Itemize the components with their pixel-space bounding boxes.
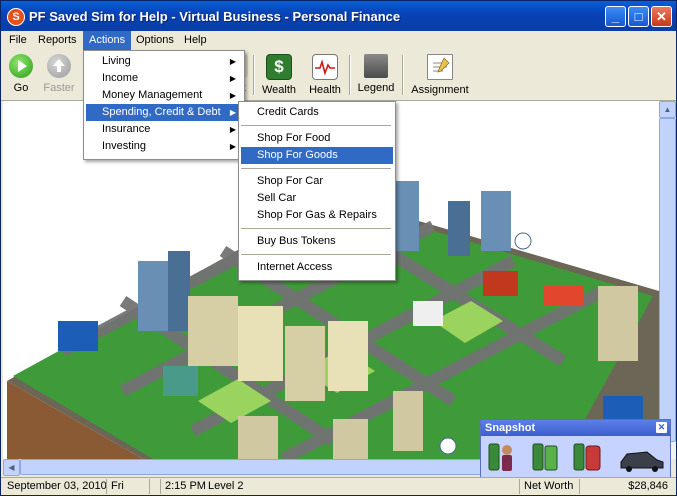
menu-item-label: Investing — [102, 140, 147, 152]
actions-menu: Living ▶ Income ▶ Money Management ▶ Spendi… — [83, 50, 245, 160]
legend-button[interactable]: Legend — [354, 52, 398, 98]
health-label: Health — [309, 84, 341, 96]
app-icon[interactable]: S — [7, 8, 25, 26]
submenu-arrow-icon: ▶ — [229, 57, 236, 66]
close-button[interactable]: ✕ — [651, 6, 672, 27]
submenu-arrow-icon: ▶ — [229, 91, 236, 100]
battery-gauge-icon — [532, 443, 558, 471]
status-date: September 03, 2010 — [7, 480, 107, 492]
status-level: Level 2 — [208, 480, 244, 492]
menu-separator — [241, 168, 391, 169]
assignment-icon — [427, 54, 453, 80]
submenu-sell-car[interactable]: Sell Car — [241, 190, 393, 207]
snapshot-icons — [488, 443, 664, 472]
play-icon — [9, 54, 33, 78]
menu-separator — [241, 254, 391, 255]
snapshot-header[interactable]: Snapshot ✕ — [481, 420, 670, 436]
menu-item-spending-credit-debt[interactable]: Spending, Credit & Debt ▶ — [86, 104, 242, 121]
submenu-shop-for-goods[interactable]: Shop For Goods — [241, 147, 393, 164]
scroll-up-icon[interactable]: ▲ — [659, 101, 676, 118]
minimize-button[interactable]: _ — [605, 6, 626, 27]
person-gauge-icon — [488, 443, 512, 471]
menu-separator — [241, 125, 391, 126]
dollar-icon: $ — [266, 54, 292, 80]
menu-bar: File Reports Actions Options Help — [1, 31, 676, 50]
vertical-scroll-thumb[interactable] — [659, 118, 676, 442]
snapshot-title: Snapshot — [485, 422, 536, 434]
submenu-arrow-icon: ▶ — [229, 74, 236, 83]
menu-item-label: Money Management — [102, 89, 203, 101]
go-button[interactable]: Go — [5, 52, 37, 98]
menu-item-living[interactable]: Living ▶ — [86, 53, 242, 70]
app-window: S PF Saved Sim for Help - Virtual Busine… — [0, 0, 677, 496]
menu-help[interactable]: Help — [178, 31, 213, 50]
close-icon: ✕ — [656, 9, 667, 24]
menu-item-investing[interactable]: Investing ▶ — [86, 138, 242, 155]
menu-item-income[interactable]: Income ▶ — [86, 70, 242, 87]
menu-file[interactable]: File — [3, 31, 33, 50]
net-worth-value: $28,846 — [579, 479, 672, 494]
menu-item-label: Income — [102, 72, 139, 84]
menu-item-label: Living — [102, 55, 131, 67]
toolbar-separator — [253, 55, 255, 95]
faster-label: Faster — [43, 82, 75, 94]
menu-options[interactable]: Options — [130, 31, 180, 50]
gas-gauge-icon — [573, 443, 601, 471]
wealth-button[interactable]: $ Wealth — [259, 52, 299, 98]
menu-actions[interactable]: Actions — [83, 31, 132, 50]
submenu-shop-for-food[interactable]: Shop For Food — [241, 130, 393, 147]
menu-item-label: Insurance — [102, 123, 151, 135]
faster-button[interactable]: Faster — [41, 52, 77, 98]
toolbar-separator — [402, 55, 404, 95]
submenu-internet-access[interactable]: Internet Access — [241, 259, 393, 276]
heartbeat-icon — [312, 54, 338, 80]
snapshot-close-icon[interactable]: ✕ — [656, 422, 667, 433]
maximize-button[interactable]: □ — [628, 6, 649, 27]
menu-item-money-management[interactable]: Money Management ▶ — [86, 87, 242, 104]
menu-item-label: Spending, Credit & Debt — [102, 106, 221, 118]
health-button[interactable]: Health — [305, 52, 345, 98]
vertical-scrollbar[interactable]: ▲ — [659, 101, 676, 459]
menu-reports[interactable]: Reports — [32, 31, 83, 50]
status-bar: September 03, 2010 Fri 2:15 PM Level 2 N… — [1, 477, 676, 495]
up-arrow-icon — [47, 54, 71, 78]
submenu-buy-bus-tokens[interactable]: Buy Bus Tokens — [241, 233, 393, 250]
snapshot-panel: Snapshot ✕ — [480, 419, 671, 479]
car-icon — [620, 451, 664, 472]
assignment-button[interactable]: Assignment — [408, 52, 472, 98]
submenu-credit-cards[interactable]: Credit Cards — [241, 104, 393, 121]
net-worth-label: Net Worth — [519, 479, 573, 494]
go-label: Go — [13, 82, 29, 94]
toolbar-separator — [349, 55, 351, 95]
submenu-shop-for-gas-repairs[interactable]: Shop For Gas & Repairs — [241, 207, 393, 224]
menu-separator — [241, 228, 391, 229]
horizontal-scroll-thumb[interactable] — [20, 459, 482, 475]
submenu-arrow-icon: ▶ — [229, 108, 236, 117]
submenu-shop-for-car[interactable]: Shop For Car — [241, 173, 393, 190]
wealth-label: Wealth — [261, 84, 297, 96]
spending-submenu: Credit Cards Shop For Food Shop For Good… — [238, 101, 396, 281]
menu-item-insurance[interactable]: Insurance ▶ — [86, 121, 242, 138]
submenu-arrow-icon: ▶ — [229, 125, 236, 134]
maximize-icon: □ — [634, 9, 643, 24]
status-time: 2:15 PM — [160, 479, 206, 494]
minimize-icon: _ — [611, 9, 620, 24]
legend-building-icon — [364, 54, 388, 78]
window-title: PF Saved Sim for Help - Virtual Business… — [29, 9, 401, 24]
submenu-arrow-icon: ▶ — [229, 142, 236, 151]
status-day: Fri — [106, 479, 124, 494]
title-bar[interactable]: S PF Saved Sim for Help - Virtual Busine… — [1, 1, 676, 31]
legend-label: Legend — [357, 82, 395, 94]
assignment-label: Assignment — [411, 84, 469, 96]
scroll-left-icon[interactable]: ◀ — [3, 459, 20, 476]
